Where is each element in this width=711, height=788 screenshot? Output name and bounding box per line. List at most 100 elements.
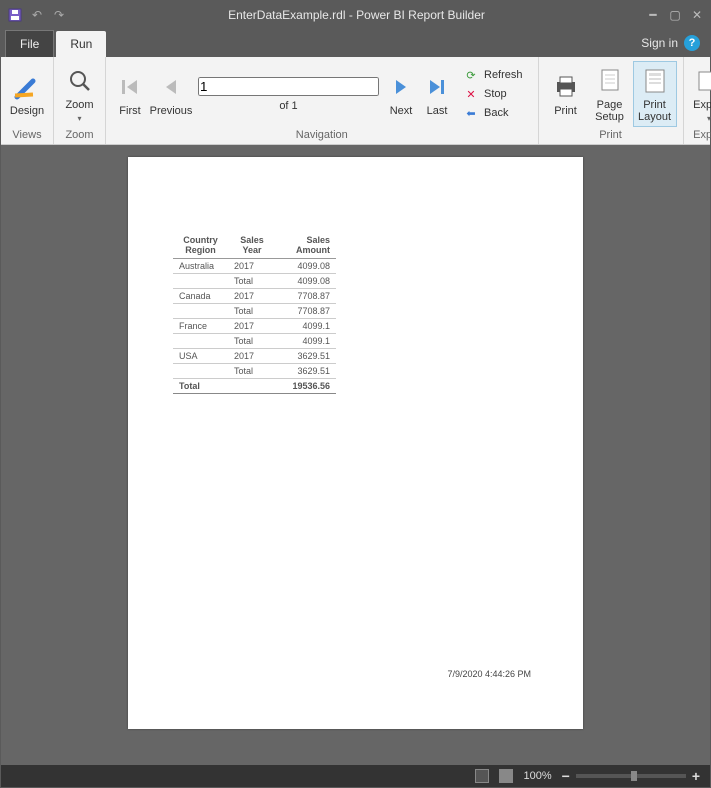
status-bar: 100% − + [1, 765, 710, 787]
ribbon-group-export: Export ▾ Export [684, 57, 711, 144]
view-mode-normal-icon[interactable] [475, 769, 489, 783]
export-button[interactable]: Export ▾ [690, 61, 711, 127]
zoom-button[interactable]: Zoom ▾ [60, 61, 99, 127]
ribbon-group-zoom: Zoom ▾ Zoom [54, 57, 106, 144]
ribbon-group-views: Design Views [1, 57, 54, 144]
last-button[interactable]: Last [419, 61, 455, 127]
zoom-out-button[interactable]: − [562, 768, 570, 784]
previous-icon [155, 71, 187, 103]
print-layout-label: Print Layout [638, 99, 671, 123]
cell-amount: 4099.1 [276, 319, 336, 334]
save-icon[interactable] [7, 7, 23, 23]
export-icon [693, 65, 711, 97]
last-icon [421, 71, 453, 103]
print-layout-icon [639, 65, 671, 97]
zoom-label: Zoom [65, 99, 93, 111]
redo-icon[interactable]: ↷ [51, 7, 67, 23]
close-button[interactable]: ✕ [690, 8, 704, 22]
page-setup-button[interactable]: Page Setup [589, 61, 631, 127]
print-icon [550, 71, 582, 103]
cell-amount: 7708.87 [276, 304, 336, 319]
zoom-percent: 100% [523, 770, 551, 782]
report-timestamp: 7/9/2020 4:44:26 PM [447, 669, 531, 679]
print-group-label: Print [539, 127, 683, 144]
minimize-button[interactable]: ━ [646, 8, 660, 22]
navigation-group-label: Navigation [106, 127, 538, 144]
next-label: Next [390, 105, 413, 117]
zoom-icon [64, 65, 96, 97]
page-of-label: of 1 [279, 100, 297, 112]
maximize-button[interactable]: ▢ [668, 8, 682, 22]
cell-year: Total [228, 334, 276, 349]
help-icon[interactable]: ? [684, 35, 700, 51]
first-label: First [119, 105, 140, 117]
tab-file[interactable]: File [5, 30, 54, 57]
table-row: Total4099.1 [173, 334, 336, 349]
last-label: Last [427, 105, 448, 117]
grand-amount: 19536.56 [276, 379, 336, 394]
signin-label: Sign in [641, 36, 678, 50]
refresh-button[interactable]: ⟳Refresh [458, 66, 529, 84]
zoom-slider[interactable]: − + [562, 768, 700, 784]
cell-amount: 4099.08 [276, 274, 336, 289]
chevron-down-icon: ▾ [707, 114, 711, 123]
print-layout-button[interactable]: Print Layout [633, 61, 677, 127]
first-icon [114, 71, 146, 103]
design-label: Design [10, 105, 44, 117]
ribbon: Design Views Zoom ▾ Zoom [1, 57, 710, 145]
menu-bar: File Run Sign in ? [1, 29, 710, 57]
previous-label: Previous [150, 105, 193, 117]
design-icon [11, 71, 43, 103]
zoom-thumb[interactable] [631, 771, 637, 781]
chevron-down-icon: ▾ [77, 114, 81, 123]
zoom-group-label: Zoom [54, 127, 105, 144]
cell-country: Australia [173, 259, 228, 274]
cell-year: 2017 [228, 289, 276, 304]
table-row: Total7708.87 [173, 304, 336, 319]
table-row: Canada20177708.87 [173, 289, 336, 304]
zoom-track[interactable] [576, 774, 686, 778]
view-mode-print-icon[interactable] [499, 769, 513, 783]
cell-country: Canada [173, 289, 228, 304]
stop-icon: ✕ [464, 87, 478, 101]
window-controls: ━ ▢ ✕ [646, 8, 704, 22]
page-number-input[interactable] [198, 77, 379, 96]
export-group-label: Export [684, 127, 711, 144]
table-row: Total4099.08 [173, 274, 336, 289]
signin-button[interactable]: Sign in ? [631, 29, 710, 57]
back-button[interactable]: ⬅Back [458, 104, 529, 122]
header-country: Country Region [173, 232, 228, 259]
zoom-in-button[interactable]: + [692, 768, 700, 784]
cell-year: 2017 [228, 259, 276, 274]
print-label: Print [554, 105, 577, 117]
cell-amount: 3629.51 [276, 349, 336, 364]
window-title: EnterDataExample.rdl - Power BI Report B… [67, 8, 646, 22]
cell-country: USA [173, 349, 228, 364]
cell-amount: 4099.08 [276, 259, 336, 274]
cell-country [173, 334, 228, 349]
previous-button[interactable]: Previous [148, 61, 194, 127]
nav-small-column: ⟳Refresh ✕Stop ⬅Back [455, 63, 532, 125]
first-button[interactable]: First [112, 61, 148, 127]
export-label: Export [693, 99, 711, 111]
cell-amount: 7708.87 [276, 289, 336, 304]
next-icon [385, 71, 417, 103]
undo-icon[interactable]: ↶ [29, 7, 45, 23]
print-button[interactable]: Print [545, 61, 587, 127]
page-setup-icon [594, 65, 626, 97]
header-amount: Sales Amount [276, 232, 336, 259]
design-button[interactable]: Design [7, 61, 47, 127]
report-page: Country Region Sales Year Sales Amount A… [128, 157, 583, 729]
cell-country [173, 304, 228, 319]
page-indicator: of 1 [194, 61, 383, 127]
next-button[interactable]: Next [383, 61, 419, 127]
report-canvas[interactable]: Country Region Sales Year Sales Amount A… [1, 145, 710, 765]
ribbon-group-print: Print Page Setup Print Layout Print [539, 57, 684, 144]
tab-run[interactable]: Run [56, 31, 106, 57]
table-row: France20174099.1 [173, 319, 336, 334]
cell-year: Total [228, 364, 276, 379]
stop-button[interactable]: ✕Stop [458, 85, 529, 103]
quick-access-toolbar: ↶ ↷ [7, 7, 67, 23]
ribbon-group-navigation: First Previous of 1 Next Last [106, 57, 539, 144]
table-row: Australia20174099.08 [173, 259, 336, 274]
